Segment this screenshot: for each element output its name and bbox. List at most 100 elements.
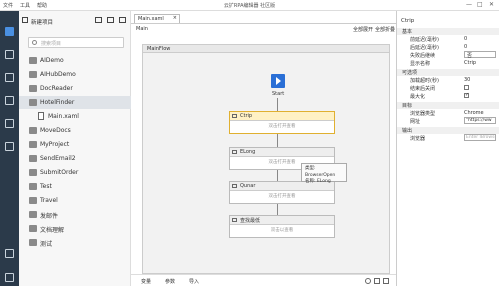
expand-all-button[interactable]: 全部展开	[353, 26, 373, 33]
browser-icon	[232, 184, 237, 188]
tree-item-myproject[interactable]: MyProject	[19, 138, 131, 151]
section-target[interactable]: 目标	[397, 102, 499, 109]
maximize-button[interactable]: □	[477, 1, 483, 8]
prop-delay-after[interactable]: 后延迟(毫秒) 0	[397, 44, 499, 51]
properties-panel: Ctrip 基本 前延迟(毫秒) 0 后延迟(毫秒) 0 失败后继续否 显示名称 Ct…	[396, 11, 499, 286]
import-icon[interactable]	[107, 17, 114, 23]
tree-item-doc-understanding[interactable]: 文档理解	[19, 222, 131, 235]
tree-item-main-xaml[interactable]: Main.xaml	[19, 110, 131, 123]
settings-icon[interactable]	[5, 273, 14, 282]
log-icon[interactable]	[5, 249, 14, 258]
prop-maximize[interactable]: 最大化	[397, 92, 499, 100]
browser-icon	[232, 114, 237, 118]
search-placeholder: 搜索项目	[41, 41, 62, 47]
tab-close-icon[interactable]: ×	[173, 15, 177, 21]
activity-rail	[0, 11, 19, 286]
prop-browser[interactable]: 浏览器 Enter IBrowser	[397, 134, 499, 142]
tree-item-test[interactable]: Test	[19, 180, 131, 193]
collapse-all-button[interactable]: 全部折叠	[375, 26, 395, 33]
maximize-checkbox[interactable]	[464, 92, 469, 98]
recorder-icon[interactable]	[5, 142, 14, 151]
folder-icon	[29, 183, 37, 190]
folder-icon	[29, 127, 37, 134]
folder-icon	[29, 99, 37, 106]
minimize-button[interactable]: —	[466, 1, 472, 8]
overview-icon[interactable]	[383, 278, 389, 284]
close-after-checkbox[interactable]	[464, 85, 469, 90]
search-icon	[32, 40, 37, 45]
snippet-icon[interactable]	[5, 96, 14, 105]
section-output[interactable]: 输出	[397, 127, 499, 134]
tree-item-sendemail2[interactable]: SendEmail2	[19, 152, 131, 165]
activity-tooltip: 类型: BrowserOpen 名称: ELong	[301, 163, 347, 184]
tree-item-send-email[interactable]: 发邮件	[19, 208, 131, 221]
properties-title: Ctrip	[401, 18, 415, 24]
breadcrumb[interactable]: Main	[136, 26, 148, 32]
project-search-input[interactable]: 搜索项目	[28, 37, 124, 48]
tab-variables[interactable]: 变量	[141, 278, 151, 285]
folder-icon	[29, 57, 37, 64]
new-project-button[interactable]: 新建项目	[31, 18, 53, 26]
prop-url[interactable]: 网址 "https://ww	[397, 117, 499, 125]
zoom-icon[interactable]	[365, 278, 371, 284]
browser-icon	[232, 150, 237, 154]
flow-title: MainFlow	[143, 45, 389, 53]
refresh-icon[interactable]	[119, 17, 126, 23]
app-title: 云扩RPA编辑器 社区版	[223, 3, 276, 9]
prop-display-name[interactable]: 显示名称 Ctrip	[397, 60, 499, 67]
section-options[interactable]: 可选项	[397, 69, 499, 76]
tree-item-aidemo[interactable]: AIDemo	[19, 54, 131, 67]
prop-delay-before[interactable]: 前延迟(毫秒) 0	[397, 36, 499, 43]
title-bar: 文件 工具 帮助 云扩RPA编辑器 社区版 — □ ✕	[0, 0, 499, 11]
tree-item-docreader[interactable]: DocReader	[19, 82, 131, 95]
activity-find-lowest[interactable]: 查找最低 双击以查看	[229, 215, 335, 238]
new-project-icon[interactable]	[22, 17, 28, 23]
url-input[interactable]: "https://ww	[464, 117, 496, 124]
folder-icon	[29, 225, 37, 232]
prop-continue-on-error[interactable]: 失败后继续否	[397, 51, 499, 59]
folder-icon	[29, 197, 37, 204]
connector-line	[277, 134, 278, 147]
folder-icon	[29, 85, 37, 92]
tab-arguments[interactable]: 参数	[165, 278, 175, 285]
prop-browser-type[interactable]: 浏览器类型 Chrome	[397, 110, 499, 117]
project-icon[interactable]	[5, 27, 14, 36]
toolbox-icon[interactable]	[5, 73, 14, 82]
package-icon[interactable]	[5, 119, 14, 128]
folder-icon	[29, 211, 37, 218]
fit-screen-icon[interactable]	[374, 278, 380, 284]
close-button[interactable]: ✕	[489, 1, 494, 8]
connector-line	[277, 204, 278, 215]
activity-ctrip[interactable]: Ctrip 双击打开查看	[229, 111, 335, 134]
start-node[interactable]	[271, 74, 285, 88]
open-folder-icon[interactable]	[95, 17, 102, 23]
folder-icon	[29, 71, 37, 78]
start-label: Start	[272, 91, 285, 97]
tab-main-xaml[interactable]: Main.xaml ×	[134, 14, 180, 23]
tree-item-travel[interactable]: Travel	[19, 194, 131, 207]
tab-imports[interactable]: 导入	[189, 278, 199, 285]
prop-close-after[interactable]: 结束后关闭	[397, 85, 499, 92]
flow-board[interactable]: MainFlow Start Ctrip 双击打开查看 ELong 双击打开查看…	[142, 44, 390, 274]
connector-line	[277, 170, 278, 181]
connector-line	[277, 98, 278, 111]
folder-icon	[29, 155, 37, 162]
tree-item-submitorder[interactable]: SubmitOrder	[19, 166, 131, 179]
folder-icon	[29, 239, 37, 246]
tree-item-hotelfinder[interactable]: HotelFinder	[19, 96, 131, 109]
bottom-tabs: 变量 参数 导入	[131, 274, 396, 286]
file-icon	[38, 112, 44, 120]
browser-output-input[interactable]: Enter IBrowser	[464, 134, 496, 141]
prop-load-timeout[interactable]: 加载超时(秒) 30	[397, 77, 499, 84]
tree-item-movedocs[interactable]: MoveDocs	[19, 124, 131, 137]
activities-icon[interactable]	[5, 50, 14, 59]
folder-icon	[29, 169, 37, 176]
continue-on-error-select[interactable]: 否	[464, 51, 496, 59]
sequence-icon	[232, 218, 237, 222]
section-basic[interactable]: 基本	[397, 28, 499, 35]
tree-item-ceshi[interactable]: 测试	[19, 236, 131, 249]
tree-item-aihubdemo[interactable]: AIHubDemo	[19, 68, 131, 81]
project-panel: 新建项目 搜索项目 AIDemo AIHubDemo DocReader Hot…	[19, 11, 131, 286]
designer-panel: Main.xaml × Main 全部展开 全部折叠 MainFlow Star…	[131, 11, 396, 286]
folder-icon	[29, 141, 37, 148]
